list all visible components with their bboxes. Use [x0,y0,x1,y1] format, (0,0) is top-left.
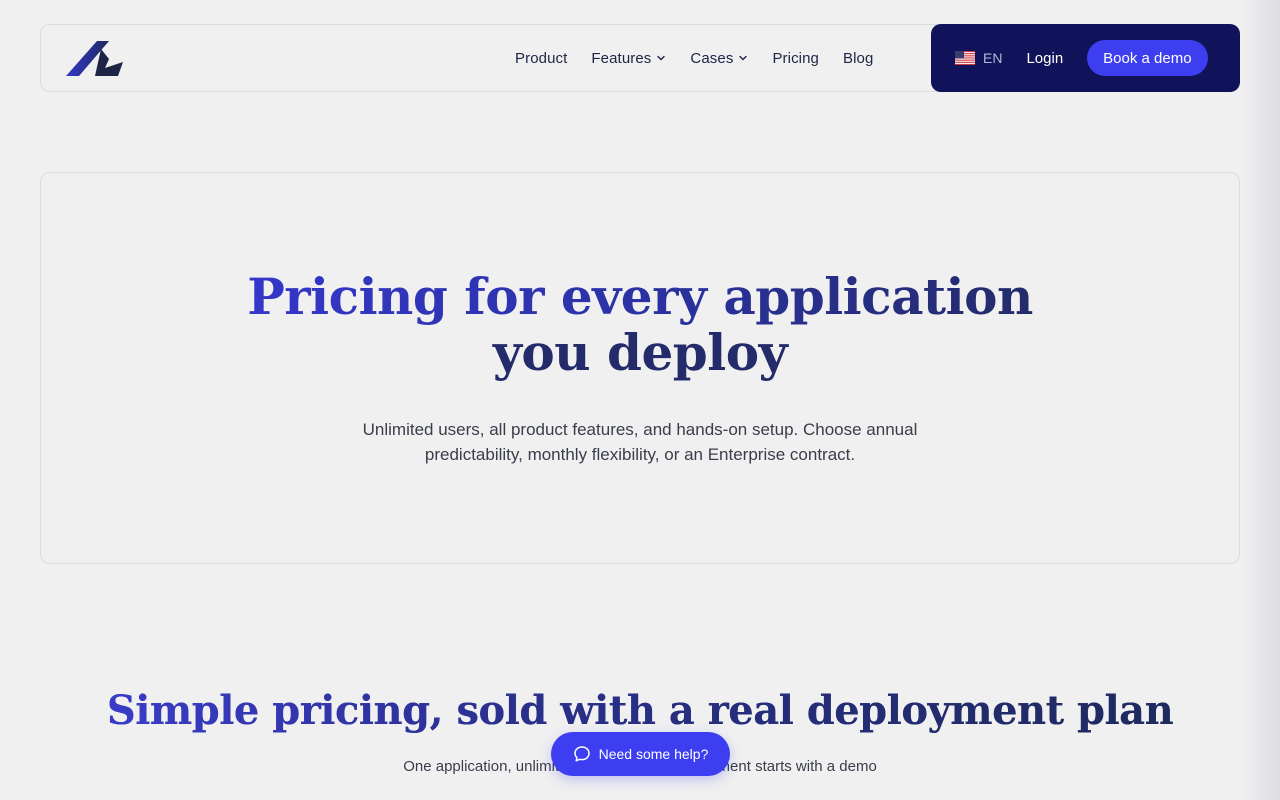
hero-title-line2: you deploy [492,323,788,382]
nav-features-label: Features [591,49,652,67]
hero-subtitle-line2: predictability, monthly flexibility, or … [424,445,856,464]
scroll-edge-shadow [1240,0,1280,800]
us-flag-icon [955,51,975,65]
hero-title: Pricing for every application you deploy [41,269,1239,381]
language-label: EN [983,50,1003,66]
nav-actions-panel: EN Login Book a demo [931,24,1240,92]
nav-product-label: Product [515,49,568,67]
book-demo-button[interactable]: Book a demo [1087,40,1208,76]
pricing-section-title-text: Simple pricing, sold with a real deploym… [106,687,1174,734]
language-selector[interactable]: EN [955,50,1002,66]
login-link[interactable]: Login [1026,50,1063,67]
main-nav: Product Features Cases Pricing Blog [515,25,873,91]
nav-cases[interactable]: Cases [690,50,748,67]
nav-blog[interactable]: Blog [843,50,873,67]
nav-cases-label: Cases [690,49,734,67]
help-chat-button[interactable]: Need some help? [551,732,730,776]
logo-icon[interactable] [65,41,125,77]
chevron-down-icon [739,55,748,61]
nav-pricing-label: Pricing [772,49,819,67]
hero-title-line1: Pricing for every application [41,269,1239,325]
hero-subtitle: Unlimited users, all product features, a… [41,417,1239,467]
nav-blog-label: Blog [843,49,874,67]
hero-title-line1-text: Pricing for every application [247,267,1033,326]
nav-product[interactable]: Product [515,50,567,67]
nav-features[interactable]: Features [591,50,666,67]
chevron-down-icon [657,55,666,61]
help-label: Need some help? [598,746,709,762]
hero-subtitle-line1: Unlimited users, all product features, a… [362,420,918,439]
hero-section: Pricing for every application you deploy… [40,172,1240,564]
pricing-section-title: Simple pricing, sold with a real deploym… [0,686,1280,736]
chat-bubble-icon [573,746,590,762]
nav-pricing[interactable]: Pricing [772,50,819,67]
top-navbar: Product Features Cases Pricing Blog EN L… [40,24,1240,92]
